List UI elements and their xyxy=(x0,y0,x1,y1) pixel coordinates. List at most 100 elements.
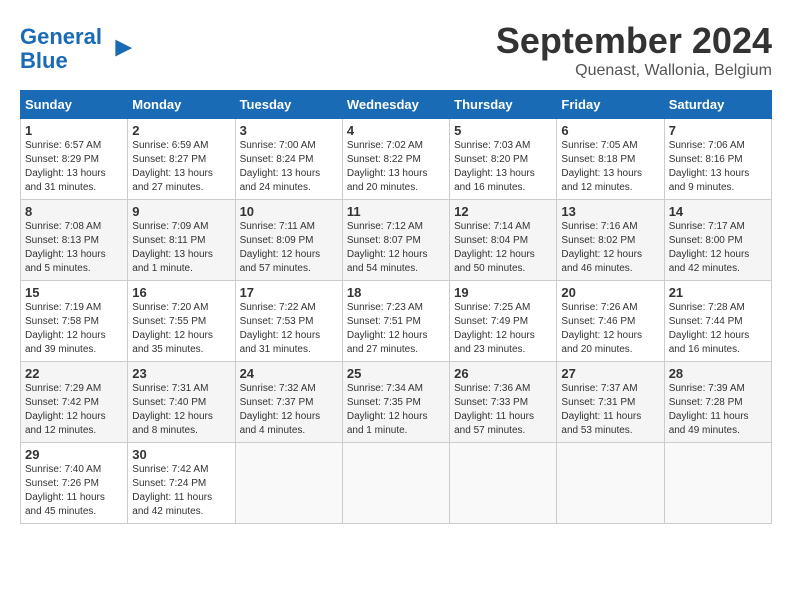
header-wednesday: Wednesday xyxy=(342,91,449,119)
location-subtitle: Quenast, Wallonia, Belgium xyxy=(496,62,772,80)
calendar-week-2: 8Sunrise: 7:08 AM Sunset: 8:13 PM Daylig… xyxy=(21,200,772,281)
logo-icon xyxy=(106,35,134,63)
calendar-cell: 29Sunrise: 7:40 AM Sunset: 7:26 PM Dayli… xyxy=(21,443,128,524)
day-info: Sunrise: 7:06 AM Sunset: 8:16 PM Dayligh… xyxy=(669,139,767,195)
day-info: Sunrise: 7:40 AM Sunset: 7:26 PM Dayligh… xyxy=(25,463,123,519)
calendar-cell: 27Sunrise: 7:37 AM Sunset: 7:31 PM Dayli… xyxy=(557,362,664,443)
calendar-cell xyxy=(235,443,342,524)
calendar-cell: 7Sunrise: 7:06 AM Sunset: 8:16 PM Daylig… xyxy=(664,119,771,200)
day-info: Sunrise: 7:34 AM Sunset: 7:35 PM Dayligh… xyxy=(347,382,445,438)
header-thursday: Thursday xyxy=(450,91,557,119)
day-number: 27 xyxy=(561,366,659,381)
day-number: 24 xyxy=(240,366,338,381)
calendar-cell xyxy=(450,443,557,524)
day-number: 6 xyxy=(561,123,659,138)
day-number: 26 xyxy=(454,366,552,381)
day-info: Sunrise: 7:00 AM Sunset: 8:24 PM Dayligh… xyxy=(240,139,338,195)
calendar-cell: 17Sunrise: 7:22 AM Sunset: 7:53 PM Dayli… xyxy=(235,281,342,362)
day-info: Sunrise: 7:05 AM Sunset: 8:18 PM Dayligh… xyxy=(561,139,659,195)
header-friday: Friday xyxy=(557,91,664,119)
calendar-cell: 23Sunrise: 7:31 AM Sunset: 7:40 PM Dayli… xyxy=(128,362,235,443)
day-info: Sunrise: 7:11 AM Sunset: 8:09 PM Dayligh… xyxy=(240,220,338,276)
calendar-week-5: 29Sunrise: 7:40 AM Sunset: 7:26 PM Dayli… xyxy=(21,443,772,524)
calendar-cell: 16Sunrise: 7:20 AM Sunset: 7:55 PM Dayli… xyxy=(128,281,235,362)
logo-line2: Blue xyxy=(20,48,68,73)
day-info: Sunrise: 7:36 AM Sunset: 7:33 PM Dayligh… xyxy=(454,382,552,438)
calendar-week-1: 1Sunrise: 6:57 AM Sunset: 8:29 PM Daylig… xyxy=(21,119,772,200)
day-info: Sunrise: 7:22 AM Sunset: 7:53 PM Dayligh… xyxy=(240,301,338,357)
calendar-cell: 6Sunrise: 7:05 AM Sunset: 8:18 PM Daylig… xyxy=(557,119,664,200)
day-number: 16 xyxy=(132,285,230,300)
calendar-body: 1Sunrise: 6:57 AM Sunset: 8:29 PM Daylig… xyxy=(21,119,772,524)
calendar-cell: 1Sunrise: 6:57 AM Sunset: 8:29 PM Daylig… xyxy=(21,119,128,200)
calendar-cell: 14Sunrise: 7:17 AM Sunset: 8:00 PM Dayli… xyxy=(664,200,771,281)
calendar-week-3: 15Sunrise: 7:19 AM Sunset: 7:58 PM Dayli… xyxy=(21,281,772,362)
day-info: Sunrise: 7:19 AM Sunset: 7:58 PM Dayligh… xyxy=(25,301,123,357)
calendar-cell: 2Sunrise: 6:59 AM Sunset: 8:27 PM Daylig… xyxy=(128,119,235,200)
day-number: 25 xyxy=(347,366,445,381)
day-info: Sunrise: 7:02 AM Sunset: 8:22 PM Dayligh… xyxy=(347,139,445,195)
calendar-cell: 20Sunrise: 7:26 AM Sunset: 7:46 PM Dayli… xyxy=(557,281,664,362)
day-number: 7 xyxy=(669,123,767,138)
calendar-cell: 21Sunrise: 7:28 AM Sunset: 7:44 PM Dayli… xyxy=(664,281,771,362)
calendar-cell: 9Sunrise: 7:09 AM Sunset: 8:11 PM Daylig… xyxy=(128,200,235,281)
header: General Blue September 2024 Quenast, Wal… xyxy=(20,20,772,80)
calendar-cell: 26Sunrise: 7:36 AM Sunset: 7:33 PM Dayli… xyxy=(450,362,557,443)
day-number: 23 xyxy=(132,366,230,381)
header-sunday: Sunday xyxy=(21,91,128,119)
day-number: 17 xyxy=(240,285,338,300)
day-info: Sunrise: 7:31 AM Sunset: 7:40 PM Dayligh… xyxy=(132,382,230,438)
day-info: Sunrise: 7:17 AM Sunset: 8:00 PM Dayligh… xyxy=(669,220,767,276)
day-info: Sunrise: 7:42 AM Sunset: 7:24 PM Dayligh… xyxy=(132,463,230,519)
logo-text: General Blue xyxy=(20,25,134,73)
calendar-cell: 13Sunrise: 7:16 AM Sunset: 8:02 PM Dayli… xyxy=(557,200,664,281)
calendar-cell: 11Sunrise: 7:12 AM Sunset: 8:07 PM Dayli… xyxy=(342,200,449,281)
calendar-cell: 28Sunrise: 7:39 AM Sunset: 7:28 PM Dayli… xyxy=(664,362,771,443)
day-info: Sunrise: 7:26 AM Sunset: 7:46 PM Dayligh… xyxy=(561,301,659,357)
calendar-cell: 19Sunrise: 7:25 AM Sunset: 7:49 PM Dayli… xyxy=(450,281,557,362)
day-info: Sunrise: 7:12 AM Sunset: 8:07 PM Dayligh… xyxy=(347,220,445,276)
day-number: 1 xyxy=(25,123,123,138)
day-number: 30 xyxy=(132,447,230,462)
logo-line1: General xyxy=(20,24,102,49)
calendar-cell: 8Sunrise: 7:08 AM Sunset: 8:13 PM Daylig… xyxy=(21,200,128,281)
day-number: 5 xyxy=(454,123,552,138)
calendar-cell: 10Sunrise: 7:11 AM Sunset: 8:09 PM Dayli… xyxy=(235,200,342,281)
header-row: Sunday Monday Tuesday Wednesday Thursday… xyxy=(21,91,772,119)
day-info: Sunrise: 7:28 AM Sunset: 7:44 PM Dayligh… xyxy=(669,301,767,357)
title-area: September 2024 Quenast, Wallonia, Belgiu… xyxy=(496,20,772,80)
day-number: 8 xyxy=(25,204,123,219)
calendar-cell: 22Sunrise: 7:29 AM Sunset: 7:42 PM Dayli… xyxy=(21,362,128,443)
day-number: 3 xyxy=(240,123,338,138)
day-info: Sunrise: 7:20 AM Sunset: 7:55 PM Dayligh… xyxy=(132,301,230,357)
calendar-cell: 4Sunrise: 7:02 AM Sunset: 8:22 PM Daylig… xyxy=(342,119,449,200)
day-info: Sunrise: 7:16 AM Sunset: 8:02 PM Dayligh… xyxy=(561,220,659,276)
day-number: 2 xyxy=(132,123,230,138)
day-info: Sunrise: 7:14 AM Sunset: 8:04 PM Dayligh… xyxy=(454,220,552,276)
calendar-cell: 12Sunrise: 7:14 AM Sunset: 8:04 PM Dayli… xyxy=(450,200,557,281)
day-info: Sunrise: 7:39 AM Sunset: 7:28 PM Dayligh… xyxy=(669,382,767,438)
day-info: Sunrise: 7:03 AM Sunset: 8:20 PM Dayligh… xyxy=(454,139,552,195)
calendar-cell: 15Sunrise: 7:19 AM Sunset: 7:58 PM Dayli… xyxy=(21,281,128,362)
day-number: 21 xyxy=(669,285,767,300)
day-number: 11 xyxy=(347,204,445,219)
day-info: Sunrise: 7:09 AM Sunset: 8:11 PM Dayligh… xyxy=(132,220,230,276)
day-info: Sunrise: 7:32 AM Sunset: 7:37 PM Dayligh… xyxy=(240,382,338,438)
calendar-cell: 24Sunrise: 7:32 AM Sunset: 7:37 PM Dayli… xyxy=(235,362,342,443)
day-number: 20 xyxy=(561,285,659,300)
calendar-cell xyxy=(664,443,771,524)
day-number: 10 xyxy=(240,204,338,219)
calendar-cell: 3Sunrise: 7:00 AM Sunset: 8:24 PM Daylig… xyxy=(235,119,342,200)
day-number: 28 xyxy=(669,366,767,381)
day-number: 4 xyxy=(347,123,445,138)
day-number: 15 xyxy=(25,285,123,300)
day-number: 14 xyxy=(669,204,767,219)
calendar-cell xyxy=(342,443,449,524)
day-number: 18 xyxy=(347,285,445,300)
day-number: 22 xyxy=(25,366,123,381)
day-info: Sunrise: 6:59 AM Sunset: 8:27 PM Dayligh… xyxy=(132,139,230,195)
header-saturday: Saturday xyxy=(664,91,771,119)
day-number: 9 xyxy=(132,204,230,219)
header-tuesday: Tuesday xyxy=(235,91,342,119)
calendar-cell: 30Sunrise: 7:42 AM Sunset: 7:24 PM Dayli… xyxy=(128,443,235,524)
